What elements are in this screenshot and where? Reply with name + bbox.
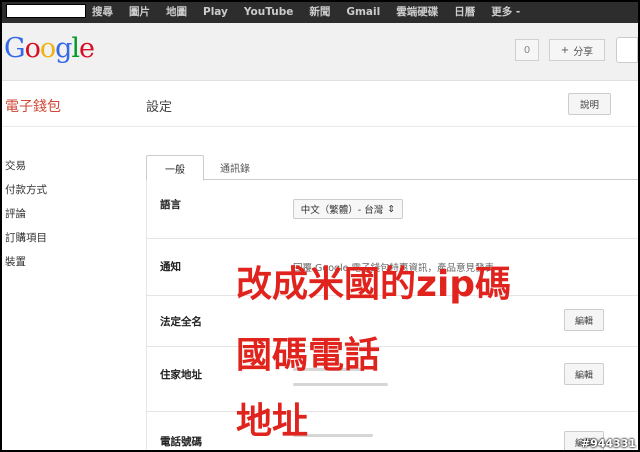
topnav-maps[interactable]: 地圖 (166, 4, 187, 19)
topnav-youtube[interactable]: YouTube (244, 6, 293, 18)
topnav-search[interactable]: 搜尋 (92, 4, 113, 19)
language-label: 語言 (160, 199, 181, 211)
topnav-drive[interactable]: 雲端硬碟 (396, 4, 438, 19)
help-button[interactable]: 說明 (568, 93, 611, 115)
sidebar-item-transactions[interactable]: 交易 (5, 158, 47, 182)
wallet-title[interactable]: 電子錢包 (5, 96, 61, 116)
topnav-gmail[interactable]: Gmail (346, 6, 380, 18)
home-address-edit-button[interactable]: 編輯 (564, 363, 604, 385)
topnav-news[interactable]: 新聞 (309, 4, 330, 19)
google-header: Google 0 + 分享 (0, 23, 640, 81)
updown-icon: ⇕ (387, 203, 396, 215)
tab-contacts[interactable]: 通訊錄 (212, 155, 258, 180)
language-value: 中文（繁體）- 台灣 (300, 205, 384, 216)
topnav-more[interactable]: 更多 - (491, 4, 520, 19)
share-button[interactable]: + 分享 (549, 39, 605, 61)
redacted-account-box (6, 4, 86, 18)
google-logo[interactable]: Google (4, 33, 95, 64)
annotation-phone: 國碼電話 (236, 335, 381, 376)
wallet-header: 電子錢包 設定 說明 (0, 82, 640, 127)
language-select[interactable]: 中文（繁體）- 台灣 ⇕ (293, 199, 403, 219)
sidebar-item-payment-methods[interactable]: 付款方式 (5, 182, 47, 206)
phone-label: 電話號碼 (160, 436, 202, 448)
settings-panel: 語言 中文（繁體）- 台灣 ⇕ 通知 回覆 Google 電子錢包特惠資訊，產品… (146, 180, 640, 452)
sidebar-item-devices[interactable]: 裝置 (5, 254, 47, 278)
notification-count[interactable]: 0 (515, 39, 539, 61)
share-label: 分享 (573, 46, 594, 58)
profile-avatar[interactable] (616, 37, 638, 63)
legal-name-label: 法定全名 (160, 316, 202, 328)
settings-row-language: 語言 中文（繁體）- 台灣 ⇕ (147, 180, 640, 239)
topnav-images[interactable]: 圖片 (129, 4, 150, 19)
notify-label: 通知 (160, 261, 181, 273)
wallet-sidebar: 交易 付款方式 評論 訂購項目 裝置 (5, 158, 47, 278)
settings-row-phone: 電話號碼 編輯 (147, 412, 640, 452)
annotation-zip: 改成米國的zip碼 (236, 264, 512, 305)
google-topbar: 搜尋 圖片 地圖 Play YouTube 新聞 Gmail 雲端硬碟 日曆 更… (0, 0, 640, 23)
settings-tabs: 一般 通訊錄 (146, 155, 640, 181)
annotation-address: 地址 (236, 401, 309, 442)
sidebar-item-reviews[interactable]: 評論 (5, 206, 47, 230)
legal-name-edit-button[interactable]: 編輯 (564, 309, 604, 331)
settings-row-home-address: 住家地址 編輯 (147, 347, 640, 412)
topnav-play[interactable]: Play (203, 6, 228, 18)
redacted-address-line (293, 383, 388, 386)
topnav-calendar[interactable]: 日曆 (454, 4, 475, 19)
plus-icon: + (560, 44, 570, 56)
page-title: 設定 (146, 100, 173, 115)
tab-general[interactable]: 一般 (146, 155, 204, 181)
sidebar-item-orders[interactable]: 訂購項目 (5, 230, 47, 254)
home-address-label: 住家地址 (160, 369, 202, 381)
top-nav: 搜尋 圖片 地圖 Play YouTube 新聞 Gmail 雲端硬碟 日曆 更… (92, 0, 536, 23)
watermark: #944331 (580, 437, 636, 450)
